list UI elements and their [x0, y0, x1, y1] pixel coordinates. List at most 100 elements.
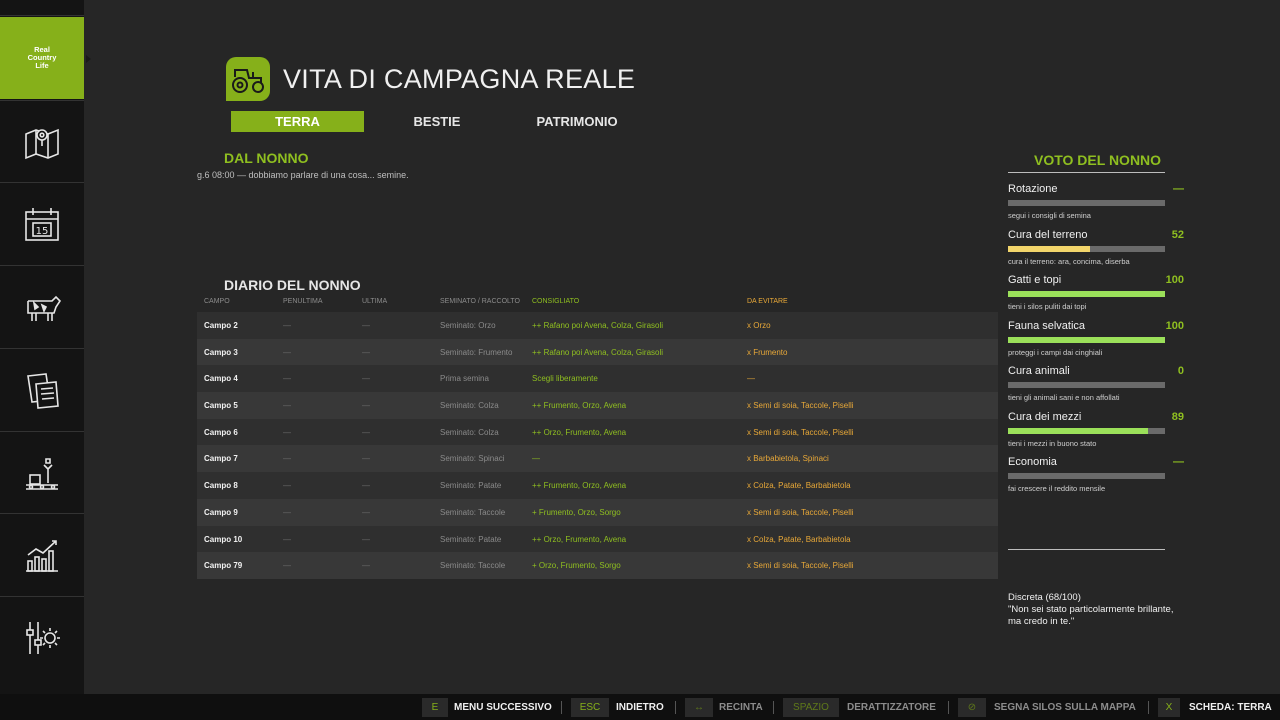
- table-row[interactable]: Campo 6 — — Seminato: Colza ++ Orzo, Frument…: [197, 418, 998, 446]
- table-row[interactable]: Campo 8 — — Seminato: Patate ++ Frumento, Or…: [197, 472, 998, 499]
- cell-consigliato: ++ Frumento, Orzo, Avena: [532, 401, 627, 411]
- sidebar-item-documents[interactable]: [0, 348, 84, 430]
- cell-da-evitare: x Colza, Patate, Barbabietola: [747, 534, 851, 544]
- metric-bar-fill: [1008, 245, 1090, 252]
- cell-ultima: —: [362, 454, 370, 464]
- metric-value: 0: [1177, 365, 1184, 377]
- table-row[interactable]: Campo 3 — — Seminato: Frumento ++ Rafano poi…: [197, 338, 998, 366]
- table-row[interactable]: Campo 5 — — Seminato: Colza ++ Frumento, Orz…: [197, 392, 998, 419]
- metric-name: Rotazione: [1008, 183, 1058, 195]
- cell-da-evitare: x Semi di soia, Taccole, Piselli: [747, 401, 854, 411]
- cell-penultima: —: [283, 534, 291, 544]
- cell-ultima: —: [362, 561, 370, 571]
- cell-consigliato: + Orzo, Frumento, Sorgo: [532, 561, 621, 571]
- dal-nonno-title: DAL NONNO: [224, 150, 309, 166]
- footer-key-1[interactable]: E: [422, 698, 448, 717]
- sidebar-item-real-country-life[interactable]: Real Country Life: [0, 17, 91, 99]
- cell-campo: Campo 5: [204, 401, 238, 411]
- footer-label-5[interactable]: SEGNA SILOS SULLA MAPPA: [994, 702, 1136, 713]
- sidebar-item-map[interactable]: [0, 100, 84, 182]
- active-indicator-icon: [86, 55, 91, 63]
- column-header-ultima: ULTIMA: [362, 298, 388, 305]
- table-row[interactable]: Campo 4 — — Prima semina Scegli liberamente —: [197, 365, 998, 393]
- cell-consigliato: + Frumento, Orzo, Sorgo: [532, 507, 621, 517]
- table-row[interactable]: Campo 10 — — Seminato: Patate ++ Orzo, Frume…: [197, 525, 998, 553]
- documents-icon: [27, 372, 59, 409]
- settings-icon: [26, 621, 60, 654]
- footer-key-4[interactable]: SPAZIO: [783, 698, 839, 717]
- footer-label-3[interactable]: RECINTA: [719, 702, 763, 713]
- sidebar-item-animals[interactable]: [0, 265, 84, 347]
- cell-da-evitare: x Semi di soia, Taccole, Piselli: [747, 427, 854, 437]
- statistics-icon: [26, 539, 58, 572]
- metric-name: Economia: [1008, 456, 1057, 468]
- column-header-seminato: SEMINATO / RACCOLTO: [440, 298, 520, 305]
- metric-name: Cura dei mezzi: [1008, 410, 1082, 423]
- table-row[interactable]: Campo 79 — — Seminato: Taccole + Orzo, Frume…: [197, 552, 998, 579]
- metric-value: 52: [1171, 228, 1184, 241]
- footer-label-6[interactable]: SCHEDA: TERRA: [1189, 702, 1272, 713]
- table-row[interactable]: Campo 7 — — Seminato: Spinaci — x Barbabietol…: [197, 445, 998, 473]
- footer-separator: [675, 701, 676, 714]
- cell-seminato: Seminato: Colza: [440, 427, 499, 437]
- verdict-score: Discreta (68/100): [1008, 592, 1081, 603]
- footer-label-2[interactable]: INDIETRO: [616, 702, 664, 713]
- footer-key-6[interactable]: X: [1158, 698, 1180, 717]
- column-header-penultima: PENULTIMA: [283, 298, 323, 305]
- cell-penultima: —: [283, 454, 291, 464]
- sidebar: Real Country Life 15: [0, 0, 91, 694]
- column-header-da-evitare: DA EVITARE: [747, 298, 788, 305]
- cell-campo: Campo 10: [204, 534, 243, 544]
- metric-description: segui i consigli di semina: [1008, 211, 1091, 220]
- sidebar-item-calendar[interactable]: 15: [0, 182, 84, 264]
- metric-name: Cura animali: [1008, 365, 1070, 377]
- cell-penultima: —: [283, 507, 291, 517]
- metric-value: —: [1173, 183, 1184, 195]
- cell-seminato: Seminato: Taccole: [440, 507, 506, 517]
- diario-table: CAMPO PENULTIMA ULTIMA SEMINATO / RACCOL…: [197, 298, 998, 579]
- divider: [1008, 549, 1165, 550]
- footer-key-5[interactable]: ⊘: [958, 698, 986, 717]
- sidebar-item-production[interactable]: [0, 431, 84, 513]
- metric-bar-fill: [1008, 427, 1148, 434]
- footer-label-1[interactable]: MENU SUCCESSIVO: [454, 702, 552, 713]
- cell-campo: Campo 8: [204, 481, 238, 491]
- cell-campo: Campo 9: [204, 507, 238, 517]
- tab-patrimonio[interactable]: PATRIMONIO: [517, 111, 637, 132]
- footer-label-4[interactable]: DERATTIZZATORE: [847, 702, 936, 713]
- cell-campo: Campo 3: [204, 347, 238, 357]
- footer-separator: [773, 701, 774, 714]
- cell-consigliato: Scegli liberamente: [532, 374, 598, 384]
- tab-terra[interactable]: TERRA: [231, 111, 364, 132]
- sidebar-item-settings[interactable]: [0, 596, 84, 678]
- table-row[interactable]: Campo 9 — — Seminato: Taccole + Frumento, Or…: [197, 498, 998, 526]
- cell-consigliato: ++ Rafano poi Avena, Colza, Girasoli: [532, 321, 664, 330]
- metric-value: 89: [1171, 410, 1184, 423]
- sidebar-item-statistics[interactable]: [0, 513, 84, 595]
- cell-consigliato: ++ Orzo, Frumento, Avena: [532, 534, 627, 544]
- metric-value: 100: [1165, 319, 1184, 332]
- cell-penultima: —: [283, 321, 291, 330]
- divider: [1008, 172, 1165, 173]
- column-header-consigliato: CONSIGLIATO: [532, 298, 580, 305]
- table-row[interactable]: Campo 2 — — Seminato: Orzo ++ Rafano poi Ave…: [197, 312, 998, 339]
- page-title: VITA DI CAMPAGNA REALE: [283, 64, 636, 94]
- cell-da-evitare: x Semi di soia, Taccole, Piselli: [747, 561, 854, 571]
- metric-bar-fill: [1008, 291, 1165, 297]
- metric-bar: [1008, 336, 1165, 343]
- tab-bestie[interactable]: BESTIE: [377, 111, 497, 132]
- metric-bar: [1008, 291, 1165, 297]
- diario-title: DIARIO DEL NONNO: [224, 277, 361, 293]
- cell-ultima: —: [362, 401, 370, 411]
- metric-description: fai crescere il reddito mensile: [1008, 484, 1106, 493]
- cell-consigliato: ++ Orzo, Frumento, Avena: [532, 427, 627, 437]
- metric-value: 100: [1165, 274, 1184, 286]
- metric-bar: [1008, 245, 1165, 252]
- footer-key-3[interactable]: ↔: [685, 698, 713, 717]
- cell-ultima: —: [362, 481, 370, 491]
- footer-key-2[interactable]: ESC: [571, 698, 609, 717]
- footer-separator: [561, 701, 562, 714]
- cell-seminato: Seminato: Orzo: [440, 321, 496, 330]
- column-header-campo: CAMPO: [204, 298, 230, 305]
- metric-value: —: [1173, 456, 1184, 468]
